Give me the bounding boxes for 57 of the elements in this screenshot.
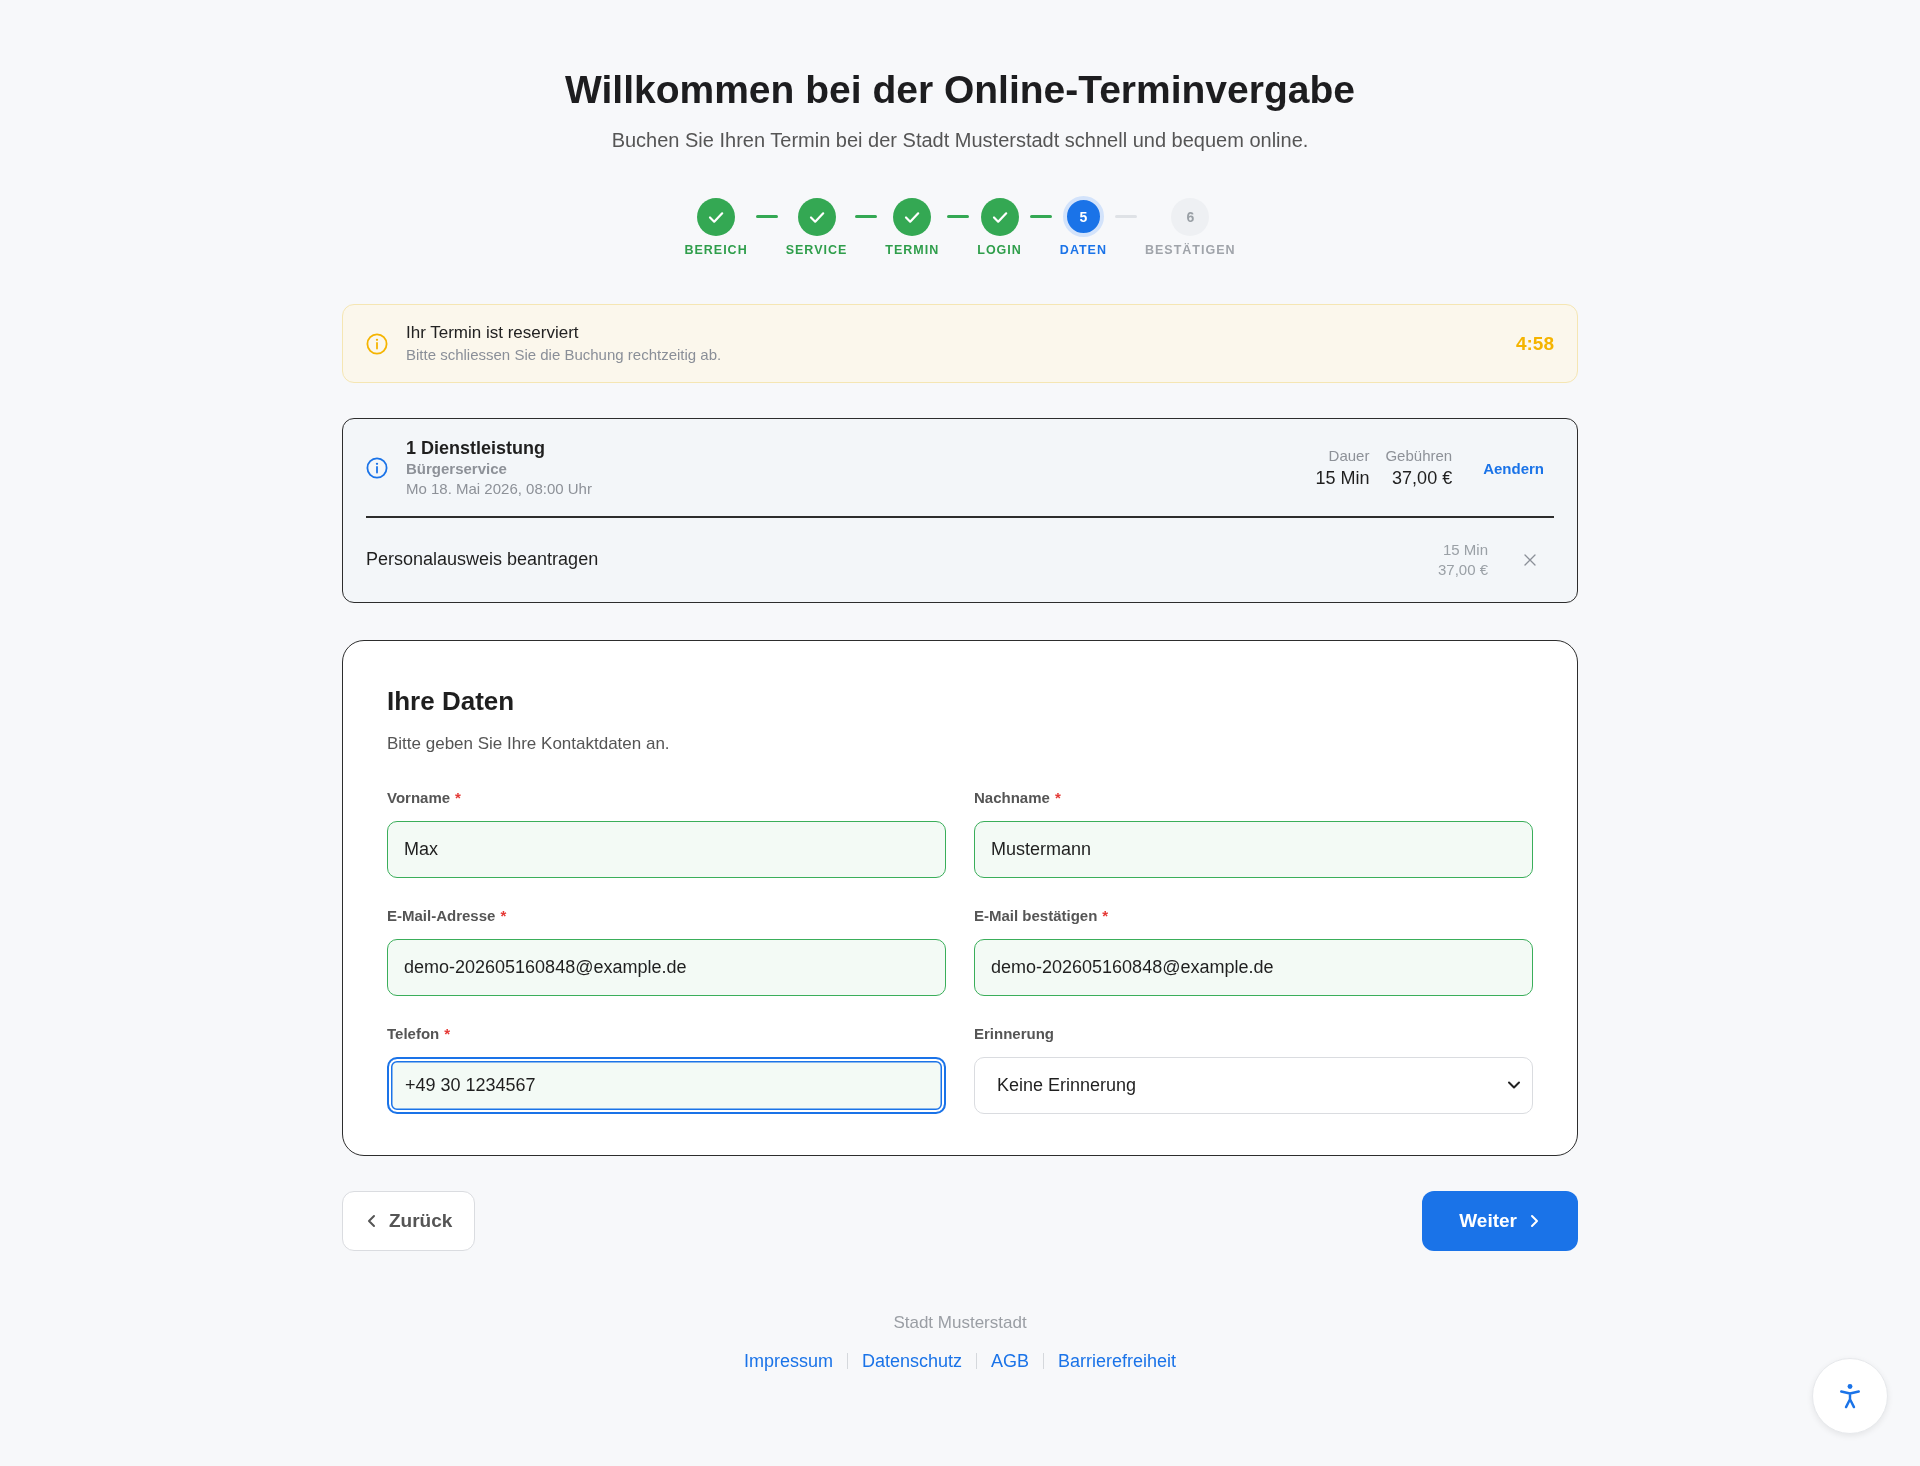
service-fee: 37,00 € xyxy=(1437,559,1488,580)
input-field[interactable]: Max xyxy=(387,820,946,878)
step-number: 5 xyxy=(1062,196,1104,237)
field-label: E-Mail bestätigen xyxy=(974,906,1098,925)
required-mark: * xyxy=(455,788,461,807)
required-mark: * xyxy=(444,1024,451,1043)
step-number: 6 xyxy=(1171,197,1210,236)
step-connector xyxy=(855,215,878,218)
change-link[interactable]: Aendern xyxy=(1473,453,1554,483)
summary-label: Dauer xyxy=(1328,446,1370,466)
step-label: LOGIN xyxy=(977,242,1022,258)
service-count: 1 Dienstleistung xyxy=(406,437,546,459)
field-label: Nachname xyxy=(974,788,1050,807)
page-title: Willkommen bei der Online-Terminvergabe xyxy=(565,67,1355,113)
input-field[interactable]: +49 30 1234567 xyxy=(387,1056,946,1114)
input-field[interactable]: Mustermann xyxy=(974,820,1533,878)
step-label: TERMIN xyxy=(885,242,940,258)
step-label: BESTÄTIGEN xyxy=(1145,242,1236,258)
service-name: Personalausweis beantragen xyxy=(366,549,599,570)
service-duration: 15 Min xyxy=(1442,539,1488,560)
footer-link[interactable]: Barrierefreiheit xyxy=(1058,1349,1177,1372)
step-label: DATEN xyxy=(1059,242,1107,258)
step-connector xyxy=(1029,215,1052,218)
step-connector xyxy=(947,215,970,218)
info-icon xyxy=(366,332,388,355)
summary-value: 37,00 € xyxy=(1392,467,1453,490)
summary-value: 15 Min xyxy=(1315,467,1370,490)
input-field[interactable]: demo-202605160848@example.de xyxy=(387,938,946,996)
page-subtitle: Buchen Sie Ihren Termin bei der Stadt Musterstadt schnell und bequem online. xyxy=(611,128,1309,152)
close-icon[interactable] xyxy=(1524,553,1536,566)
appointment-datetime: Mo 18. Mai 2026, 08:00 Uhr xyxy=(406,479,592,499)
banner-title: Ihr Termin ist reserviert xyxy=(406,323,579,343)
service-category: Bürgerservice xyxy=(406,459,507,479)
field-label: Erinnerung xyxy=(974,1024,1054,1043)
countdown-timer: 4:58 xyxy=(1515,332,1554,355)
footer-link[interactable]: Datenschutz xyxy=(861,1349,962,1372)
field-label: E-Mail-Adresse xyxy=(387,906,496,925)
footer-link[interactable]: Impressum xyxy=(743,1349,833,1372)
required-mark: * xyxy=(1102,906,1109,925)
step-connector xyxy=(755,215,778,218)
input-field[interactable]: demo-202605160848@example.de xyxy=(974,938,1533,996)
select-field[interactable]: Keine Erinnerung xyxy=(974,1056,1533,1114)
required-mark: * xyxy=(500,906,507,925)
form-intro: Bitte geben Sie Ihre Kontaktdaten an. xyxy=(387,732,670,755)
step-label: BEREICH xyxy=(684,242,748,258)
field-label: Vorname xyxy=(387,788,451,807)
required-mark: * xyxy=(1054,788,1061,807)
footer-organization: Stadt Musterstadt xyxy=(893,1311,1027,1334)
summary-label: Gebühren xyxy=(1385,446,1453,466)
next-button[interactable]: Weiter xyxy=(1422,1190,1578,1251)
banner-text: Bitte schliessen Sie die Buchung rechtzeitig ab. xyxy=(406,346,722,364)
step-label: SERVICE xyxy=(785,242,848,258)
back-button[interactable]: Zurück xyxy=(342,1190,476,1251)
field-label: Telefon xyxy=(387,1024,440,1043)
footer-link[interactable]: AGB xyxy=(991,1349,1029,1372)
info-icon xyxy=(366,457,388,479)
form-title: Ihre Daten xyxy=(387,684,515,717)
